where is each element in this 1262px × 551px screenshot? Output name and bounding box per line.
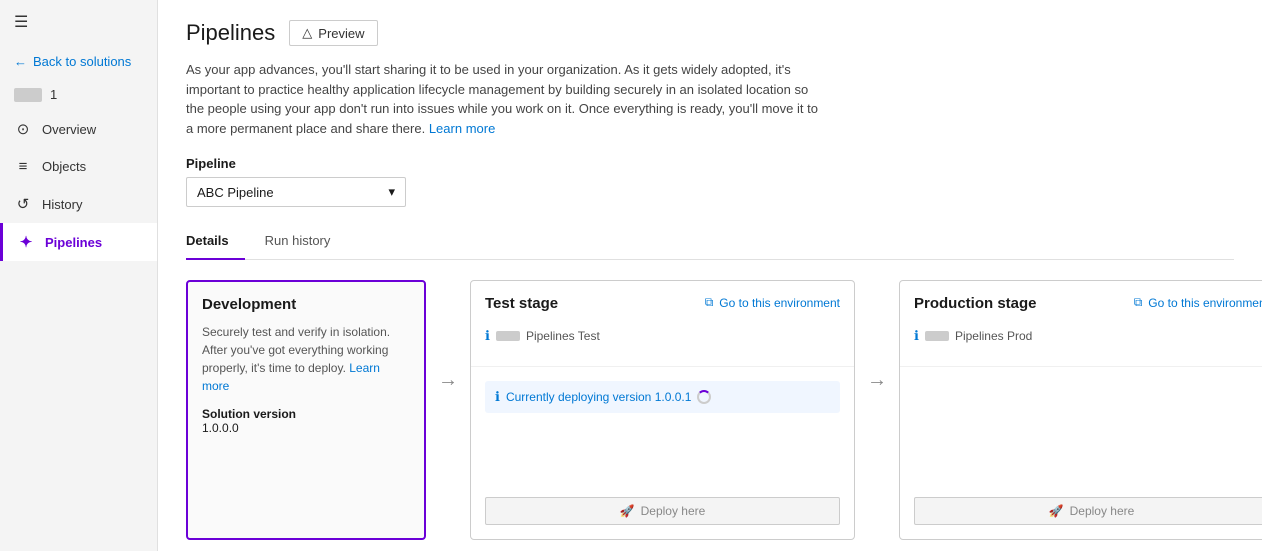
deploying-label: Currently deploying version 1.0.0.1 xyxy=(506,390,691,404)
test-env-avatar xyxy=(496,331,520,341)
production-stage-card: Production stage ⧉ Go to this environmen… xyxy=(899,280,1262,540)
preview-icon: △ xyxy=(302,25,312,41)
development-stage-card: Development Securely test and verify in … xyxy=(186,280,426,540)
pipelines-icon: ✦ xyxy=(17,233,35,251)
back-icon: ← xyxy=(14,54,27,69)
production-stage-header-row: Production stage ⧉ Go to this environmen… xyxy=(914,295,1262,322)
production-deploy-btn-row: 🚀 Deploy here xyxy=(914,489,1262,525)
test-deploy-label: Deploy here xyxy=(641,504,706,518)
deploy-icon: 🚀 xyxy=(620,504,635,518)
external-link-icon: ⧉ xyxy=(705,295,714,310)
sidebar-item-label-objects: Objects xyxy=(42,159,86,174)
arrow-icon: → xyxy=(438,369,458,392)
solution-version-value: 1.0.0.0 xyxy=(202,421,410,435)
test-deploy-button[interactable]: 🚀 Deploy here xyxy=(485,497,840,525)
production-go-to-env-label: Go to this environment xyxy=(1148,296,1262,310)
test-stage-title: Test stage xyxy=(485,295,558,312)
page-title: Pipelines xyxy=(186,20,275,46)
test-go-to-environment[interactable]: ⧉ Go to this environment xyxy=(705,295,840,310)
production-stage-title: Production stage xyxy=(914,295,1037,312)
development-stage-title: Development xyxy=(202,296,410,313)
objects-icon: ≡ xyxy=(14,158,32,175)
arrow-dev-to-test: → xyxy=(426,369,470,392)
tab-details[interactable]: Details xyxy=(186,225,245,260)
test-go-to-env-label: Go to this environment xyxy=(719,296,840,310)
tab-run-history[interactable]: Run history xyxy=(265,225,347,260)
user-row: 1 xyxy=(0,79,157,110)
solution-version-label: Solution version xyxy=(202,407,410,421)
development-stage-description: Securely test and verify in isolation. A… xyxy=(202,323,410,395)
description-learn-more-link[interactable]: Learn more xyxy=(429,121,495,136)
test-stage-card: Test stage ⧉ Go to this environment ℹ Pi… xyxy=(470,280,855,540)
sidebar-item-label-overview: Overview xyxy=(42,122,96,137)
user-number: 1 xyxy=(50,87,57,102)
pipeline-dropdown[interactable]: ABC Pipeline ▾ xyxy=(186,177,406,207)
test-stage-header-row: Test stage ⧉ Go to this environment xyxy=(485,295,840,322)
sidebar-item-label-pipelines: Pipelines xyxy=(45,235,102,250)
chevron-down-icon: ▾ xyxy=(388,184,395,200)
page-description: As your app advances, you'll start shari… xyxy=(186,60,826,138)
sidebar-item-objects[interactable]: ≡ Objects xyxy=(0,148,157,185)
overview-icon: ⊙ xyxy=(14,120,32,138)
history-icon: ↺ xyxy=(14,195,32,213)
production-deploy-icon: 🚀 xyxy=(1049,504,1064,518)
description-text: As your app advances, you'll start shari… xyxy=(186,62,818,136)
sidebar-item-label-history: History xyxy=(42,197,82,212)
sidebar-item-pipelines[interactable]: ✦ Pipelines xyxy=(0,223,157,261)
test-info-icon: ℹ xyxy=(485,328,490,344)
external-link-icon-prod: ⧉ xyxy=(1134,295,1143,310)
sidebar-item-history[interactable]: ↺ History xyxy=(0,185,157,223)
test-deploy-btn-row: 🚀 Deploy here xyxy=(485,489,840,525)
production-env-avatar xyxy=(925,331,949,341)
sidebar-item-overview[interactable]: ⊙ Overview xyxy=(0,110,157,148)
deploying-status-row: ℹ Currently deploying version 1.0.0.1 xyxy=(485,381,840,413)
pipeline-selected-value: ABC Pipeline xyxy=(197,185,274,200)
production-stage-header: Production stage ⧉ Go to this environmen… xyxy=(900,281,1262,367)
arrow-icon-2: → xyxy=(867,369,887,392)
test-env-row: ℹ Pipelines Test xyxy=(485,328,840,344)
test-env-name: Pipelines Test xyxy=(526,329,600,343)
back-label: Back to solutions xyxy=(33,54,131,69)
deploy-info-icon: ℹ xyxy=(495,389,500,405)
production-stage-body: 🚀 Deploy here xyxy=(900,367,1262,539)
deploy-spinner xyxy=(697,390,711,404)
test-stage-body: ℹ Currently deploying version 1.0.0.1 🚀 … xyxy=(471,367,854,539)
production-deploy-button[interactable]: 🚀 Deploy here xyxy=(914,497,1262,525)
pipeline-label: Pipeline xyxy=(186,156,1234,171)
hamburger-menu[interactable]: ☰ xyxy=(0,0,157,44)
test-stage-header: Test stage ⧉ Go to this environment ℹ Pi… xyxy=(471,281,854,367)
back-to-solutions[interactable]: ← Back to solutions xyxy=(0,44,157,79)
main-content: Pipelines △ Preview As your app advances… xyxy=(158,0,1262,551)
page-header: Pipelines △ Preview xyxy=(186,20,1234,46)
production-env-name: Pipelines Prod xyxy=(955,329,1032,343)
sidebar: ☰ ← Back to solutions 1 ⊙ Overview ≡ Obj… xyxy=(0,0,158,551)
production-info-icon: ℹ xyxy=(914,328,919,344)
user-avatar xyxy=(14,88,42,102)
tabs-bar: Details Run history xyxy=(186,225,1234,260)
production-env-row: ℹ Pipelines Prod xyxy=(914,328,1262,344)
arrow-test-to-prod: → xyxy=(855,369,899,392)
preview-button[interactable]: △ Preview xyxy=(289,20,377,46)
stages-container: Development Securely test and verify in … xyxy=(186,280,1234,540)
production-deploy-label: Deploy here xyxy=(1070,504,1135,518)
preview-label: Preview xyxy=(318,26,364,41)
production-go-to-environment[interactable]: ⧉ Go to this environment xyxy=(1134,295,1262,310)
